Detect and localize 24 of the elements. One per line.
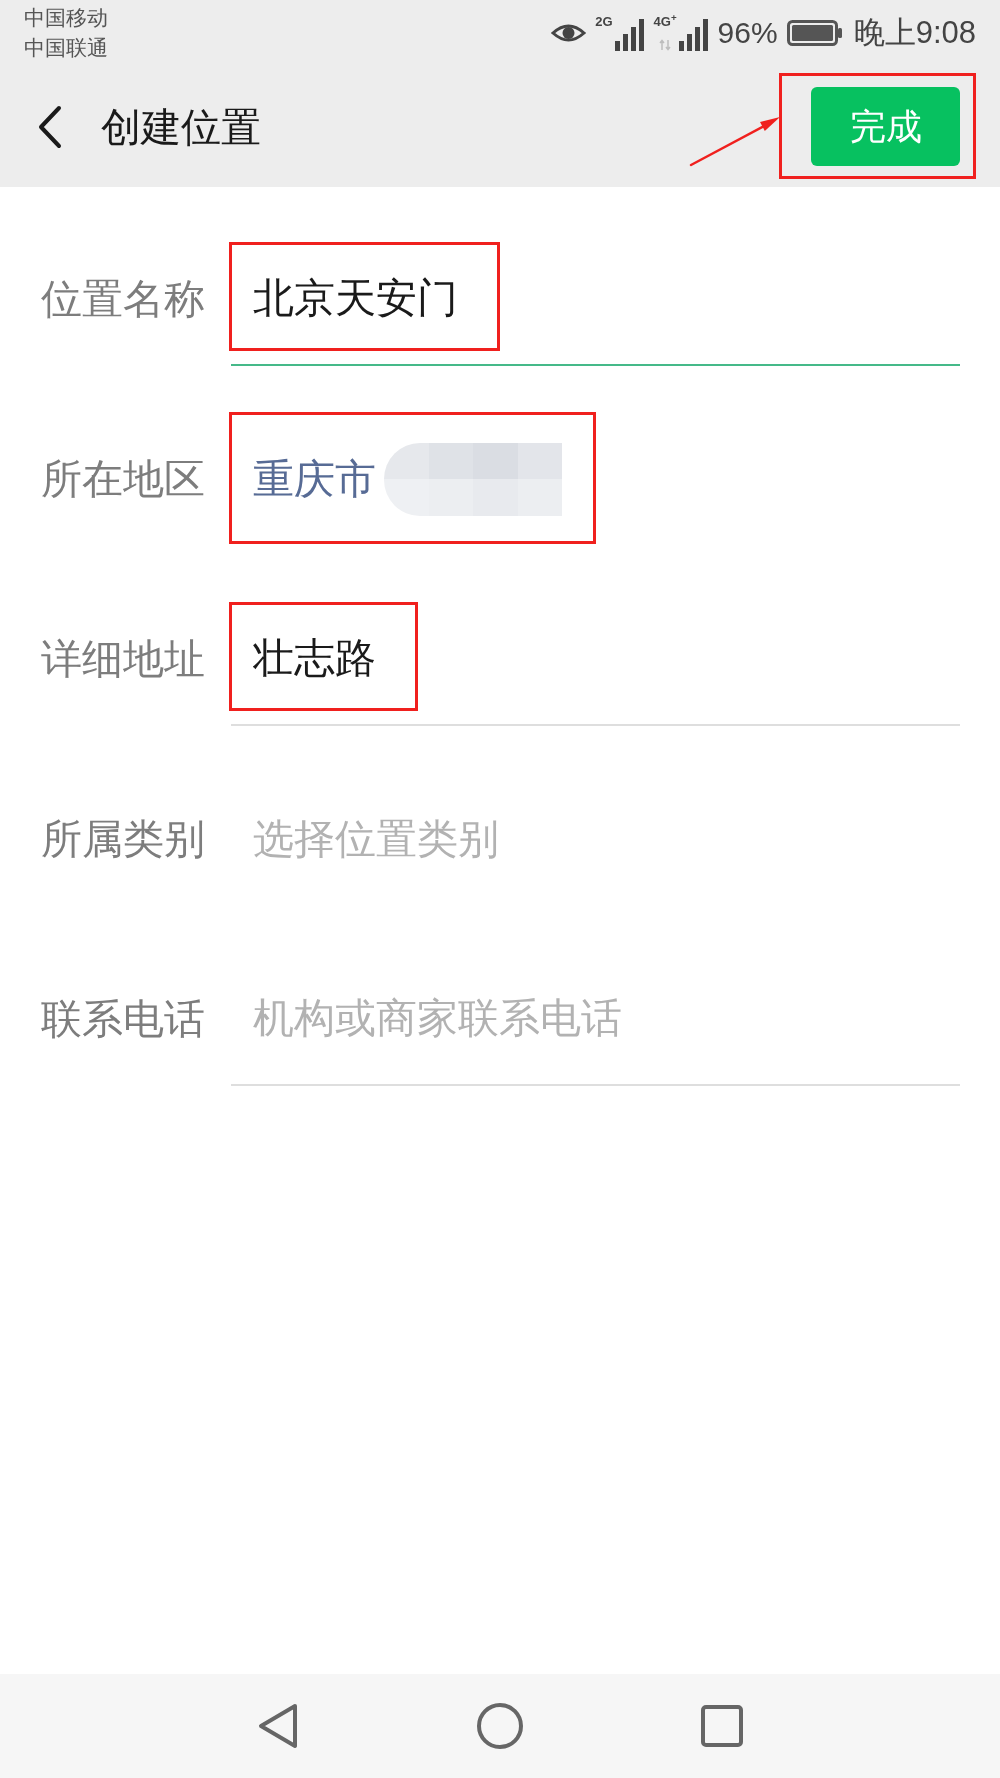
home-icon[interactable] [476, 1702, 524, 1750]
picker-field[interactable]: 选择位置类别 [253, 814, 508, 864]
carrier-name: 中国联通 [24, 35, 108, 61]
field-label: 所属类别 [41, 815, 206, 864]
field-label: 联系电话 [41, 995, 206, 1044]
battery-percent: 96% [717, 15, 778, 51]
eye-icon [551, 22, 587, 44]
text-field[interactable]: 壮志路 [253, 633, 385, 683]
recent-apps-icon[interactable] [701, 1705, 743, 1747]
page-title: 创建位置 [101, 103, 261, 151]
carrier-name: 中国移动 [24, 5, 108, 31]
network-type-label: 4G$^{+}$ [653, 15, 677, 29]
picker-field[interactable]: 重庆市 [253, 454, 385, 504]
signal-icon [613, 17, 645, 51]
field-label: 所在地区 [41, 455, 206, 504]
field-label: 位置名称 [41, 275, 206, 324]
text-field[interactable]: 机构或商家联系电话 [253, 993, 631, 1043]
clock-time: 晚上9:08 [853, 15, 976, 51]
back-icon[interactable] [37, 104, 63, 149]
text-field[interactable]: 北京天安门 [253, 273, 467, 323]
network-type-label: 2G [595, 15, 613, 29]
field-label: 详细地址 [41, 635, 206, 684]
battery-icon [786, 20, 843, 46]
signal-icon [677, 17, 709, 51]
